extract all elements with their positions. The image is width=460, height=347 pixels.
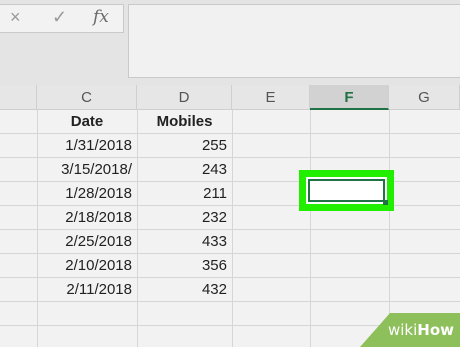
col-header-stub — [0, 85, 37, 110]
mobiles-cell[interactable]: 432 — [137, 278, 232, 302]
col-header-g[interactable]: G — [389, 85, 460, 110]
watermark-wiki: wiki — [387, 321, 418, 339]
selected-cell-highlight[interactable] — [299, 170, 394, 211]
watermark-logo: wikiHow — [388, 321, 454, 339]
spreadsheet-grid: C D E F G Date Mobiles 1/31/2018 255 3/1… — [0, 85, 460, 347]
col-header-c[interactable]: C — [37, 85, 137, 110]
insert-function-icon[interactable]: fx — [93, 7, 109, 27]
date-cell[interactable]: 2/11/2018 — [37, 278, 137, 302]
formula-input[interactable] — [128, 4, 460, 78]
formula-controls: × ✓ fx — [0, 4, 124, 33]
watermark-how: How — [417, 321, 454, 339]
mobiles-cell[interactable]: 433 — [137, 230, 232, 254]
mobiles-cell[interactable]: 232 — [137, 206, 232, 230]
date-cell[interactable]: 2/25/2018 — [37, 230, 137, 254]
mobiles-cell[interactable]: 243 — [137, 158, 232, 182]
col-header-f[interactable]: F — [310, 85, 389, 110]
formula-bar: × ✓ fx — [0, 0, 460, 85]
mobiles-cell[interactable]: 211 — [137, 182, 232, 206]
mobiles-cell[interactable]: 255 — [137, 134, 232, 158]
col-header-d[interactable]: D — [137, 85, 232, 110]
date-cell[interactable]: 3/15/2018/ — [37, 158, 137, 182]
header-date[interactable]: Date — [37, 110, 137, 134]
cancel-icon[interactable]: × — [10, 7, 21, 28]
mobiles-cell[interactable]: 356 — [137, 254, 232, 278]
header-mobiles[interactable]: Mobiles — [137, 110, 232, 134]
date-cell[interactable]: 1/31/2018 — [37, 134, 137, 158]
date-cell[interactable]: 2/10/2018 — [37, 254, 137, 278]
date-cell[interactable]: 2/18/2018 — [37, 206, 137, 230]
date-cell[interactable]: 1/28/2018 — [37, 182, 137, 206]
enter-icon[interactable]: ✓ — [52, 7, 67, 28]
selected-cell[interactable] — [308, 179, 385, 202]
col-header-e[interactable]: E — [232, 85, 310, 110]
fill-handle[interactable] — [383, 200, 388, 205]
